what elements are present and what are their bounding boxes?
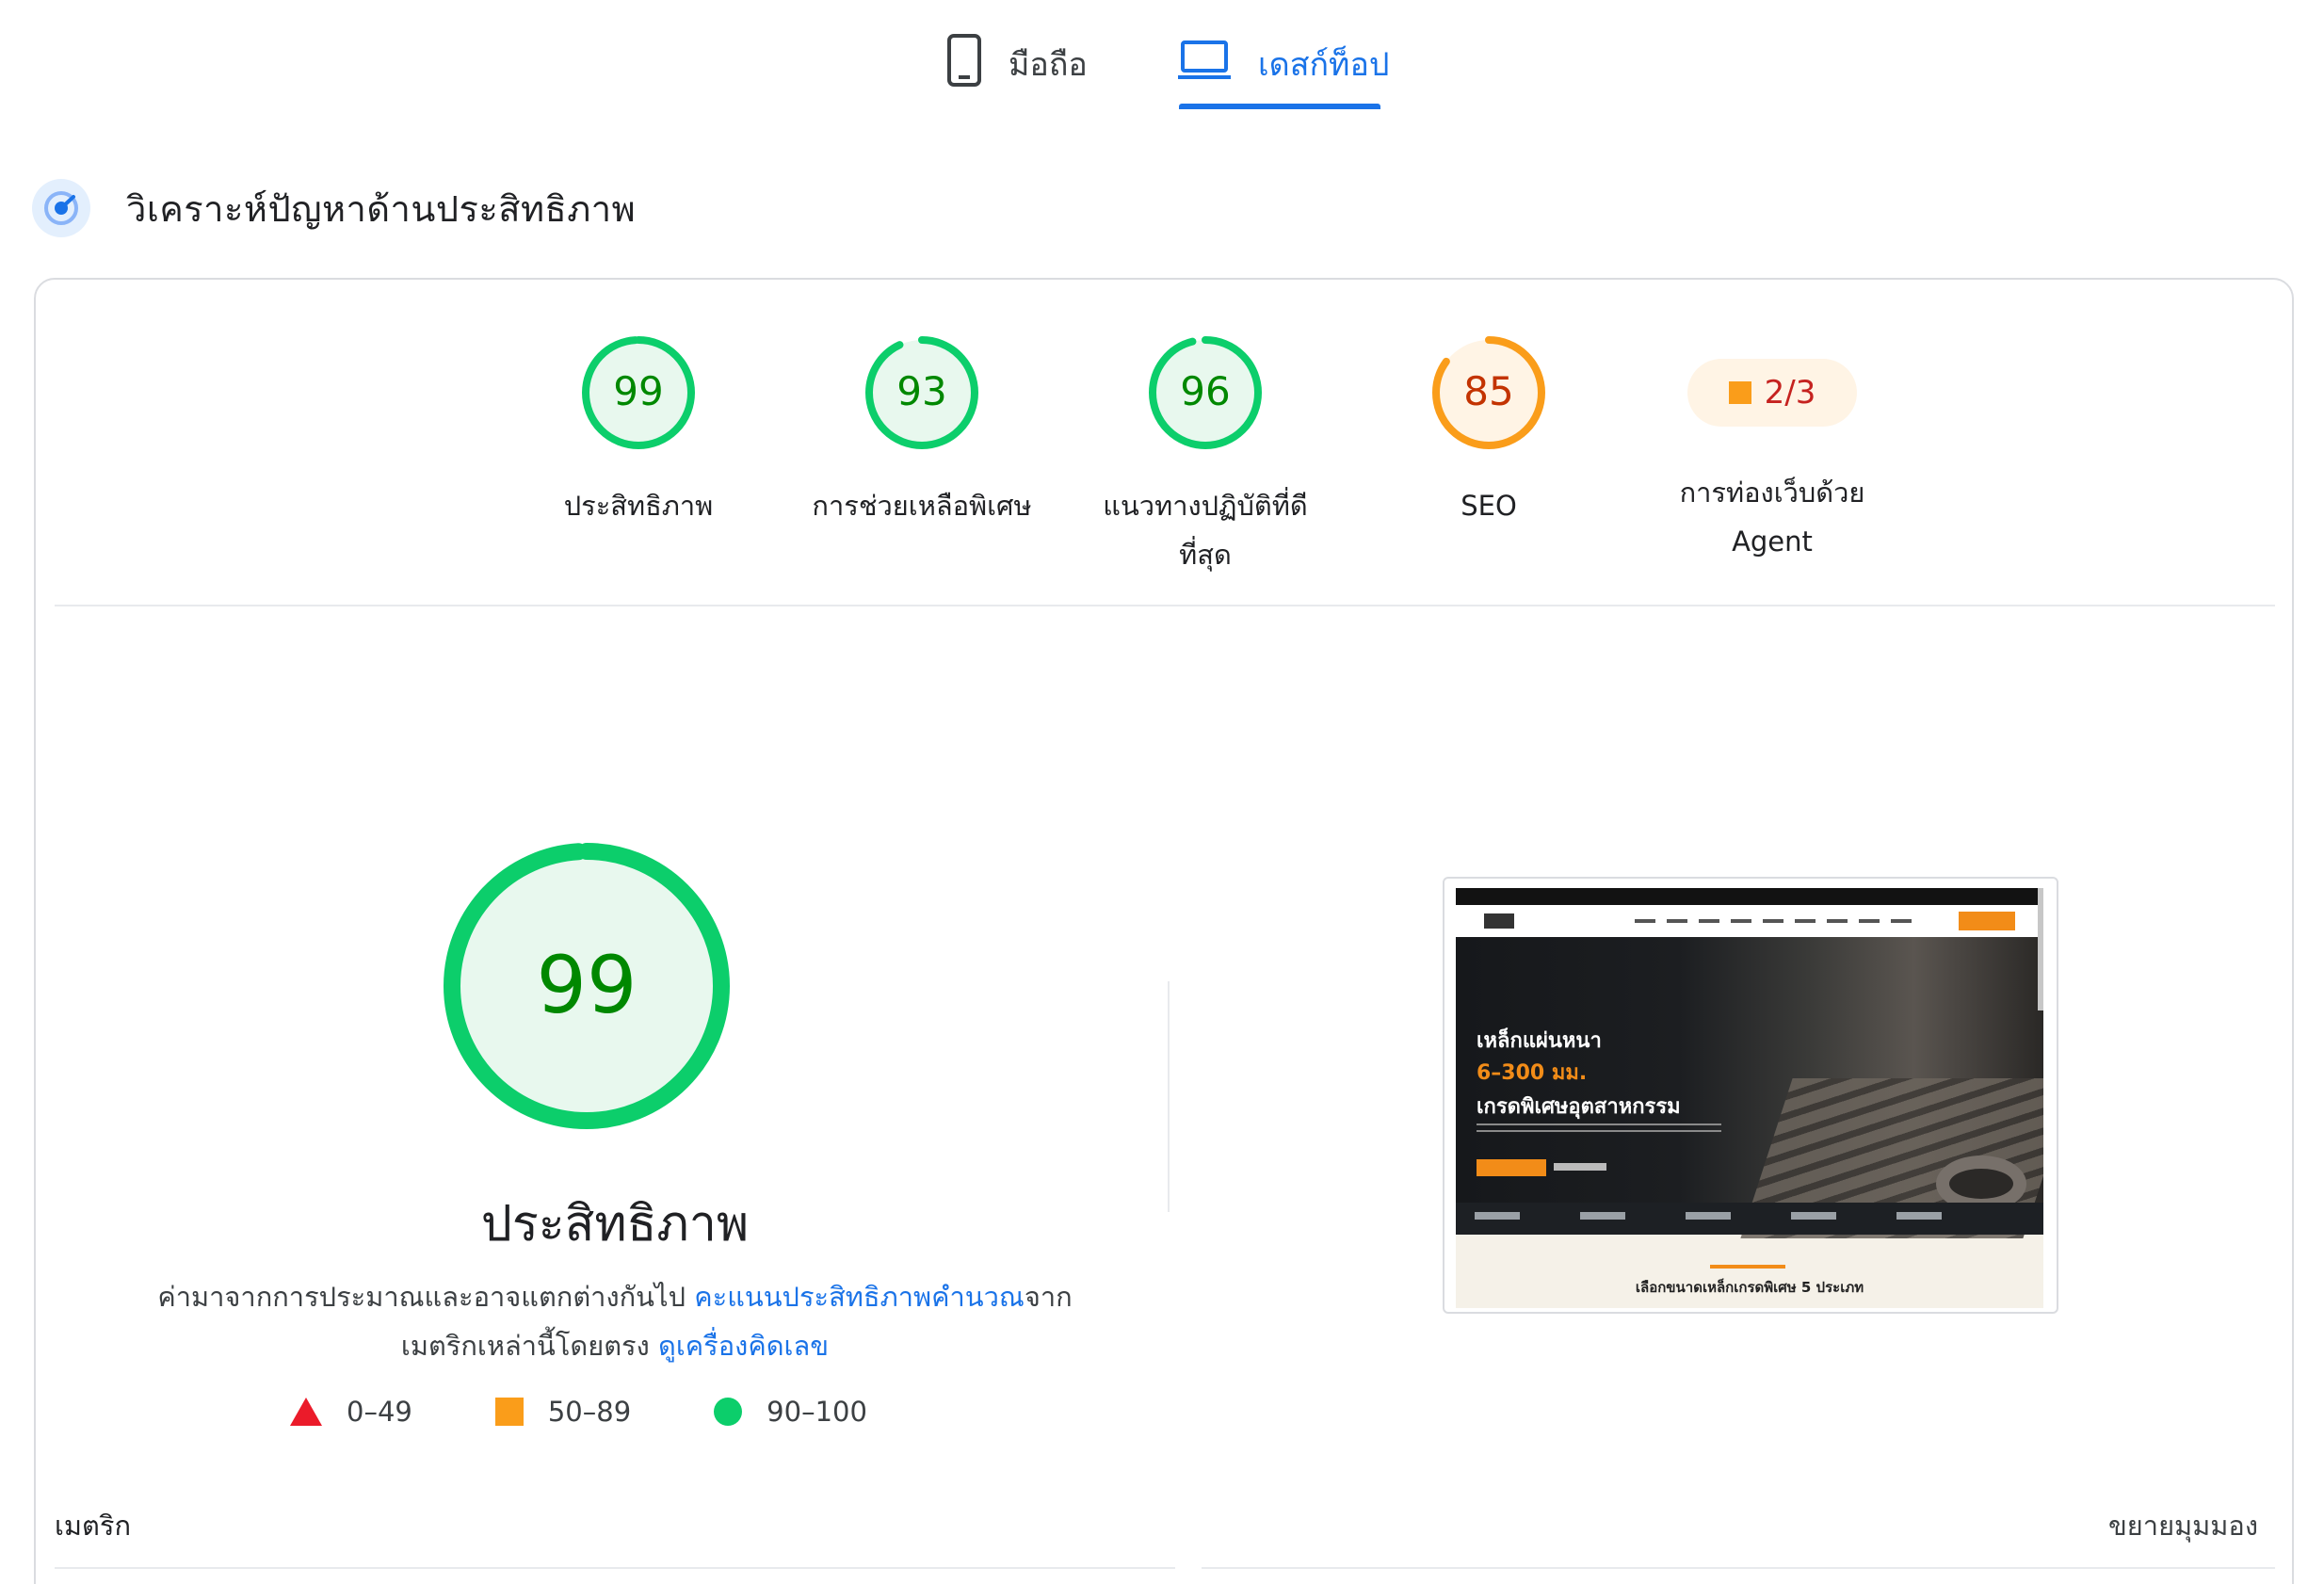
legend-average: 50–89 — [494, 1396, 632, 1428]
thumb-logo — [1484, 913, 1514, 929]
legend-average-range: 50–89 — [547, 1396, 632, 1428]
gauge-accessibility-ring: 93 — [865, 336, 978, 449]
gauge-accessibility-score: 93 — [896, 368, 946, 414]
section-header: วิเคราะห์ปัญหาด้านประสิทธิภาพ — [32, 179, 636, 237]
main-performance-score: 99 — [537, 939, 637, 1031]
legend-fail-range: 0–49 — [347, 1396, 412, 1428]
gauge-best-practices-score: 96 — [1180, 368, 1230, 414]
gauge-best-practices[interactable]: 96 แนวทางปฏิบัติที่ดี ที่สุด — [1088, 334, 1323, 579]
speed-gauge-icon — [32, 179, 90, 237]
average-square-icon — [1728, 381, 1751, 404]
gauge-seo-ring: 85 — [1432, 336, 1545, 449]
screenshot-image: เหล็กแผ่นหนา 6–300 มม. เกรดพิเศษอุตสาหกร… — [1456, 888, 2043, 1308]
desc-text-3: เมตริกเหล่านี้โดยตรง — [400, 1330, 659, 1362]
score-legend: 0–49 50–89 90–100 — [290, 1396, 950, 1428]
score-calc-link[interactable]: คะแนนประสิทธิภาพคำนวณ — [694, 1281, 1025, 1313]
pass-circle-icon — [714, 1398, 743, 1426]
metrics-divider-right — [1202, 1567, 2275, 1569]
gauge-seo-label: SEO — [1461, 490, 1517, 522]
gauges-divider — [55, 605, 2275, 606]
gauge-accessibility-label: การช่วยเหลือพิเศษ — [812, 490, 1032, 522]
thumb-topbar — [1456, 888, 2043, 905]
thumb-scrollbar — [2038, 888, 2043, 1010]
thumb-hero-subtext — [1477, 1123, 1721, 1137]
thumb-hero-line-1: เหล็กแผ่นหนา — [1477, 1029, 1602, 1053]
gauge-performance-label: ประสิทธิภาพ — [563, 490, 714, 522]
gauge-best-practices-ring: 96 — [1149, 336, 1262, 449]
thumb-nav-links — [1635, 919, 1917, 923]
thumb-hero-button — [1477, 1159, 1546, 1176]
vertical-divider — [1168, 981, 1170, 1212]
desc-text-1: ค่ามาจากการประมาณและอาจแตกต่างกันไป — [157, 1281, 695, 1313]
thumb-navbar — [1456, 905, 2043, 937]
average-square-icon — [494, 1398, 524, 1426]
tab-mobile[interactable]: มือถือ — [946, 17, 1088, 111]
gauge-best-practices-label-line-1: แนวทางปฏิบัติที่ดี — [1103, 490, 1308, 522]
desc-text-2: จาก — [1024, 1281, 1073, 1313]
performance-description: ค่ามาจากการประมาณและอาจแตกต่างกันไป คะแน… — [139, 1272, 1090, 1370]
gauge-best-practices-label: แนวทางปฏิบัติที่ดี ที่สุด — [1103, 481, 1307, 579]
thumb-hero-line-3: เกรดพิเศษอุตสาหกรรม — [1477, 1095, 1681, 1119]
gauge-agent-browsing[interactable]: 2/3 การท่องเว็บด้วย Agent — [1654, 334, 1890, 566]
thumb-hero-link — [1554, 1163, 1606, 1171]
calculator-link[interactable]: ดูเครื่องคิดเลข — [658, 1330, 829, 1362]
expand-view-toggle[interactable]: ขยายมุมมอง — [2108, 1504, 2258, 1547]
gauge-performance-score: 99 — [613, 368, 663, 414]
agent-score-pill: 2/3 — [1687, 359, 1857, 427]
thumb-bottom-accent — [1710, 1265, 1785, 1269]
mobile-phone-icon — [946, 33, 982, 96]
gauge-performance[interactable]: 99 ประสิทธิภาพ — [521, 334, 756, 530]
metrics-heading: เมตริก — [55, 1510, 131, 1542]
tab-mobile-label: มือถือ — [1009, 46, 1088, 84]
legend-pass-range: 90–100 — [767, 1396, 867, 1428]
agent-score: 2/3 — [1764, 374, 1816, 412]
main-performance-gauge: 99 — [441, 840, 733, 1136]
gauge-agent-label: การท่องเว็บด้วย Agent — [1680, 468, 1865, 566]
thumb-bottom-heading: เลือกขนาดเหล็กเกรดพิเศษ 5 ประเภท — [1635, 1279, 1864, 1296]
fail-triangle-icon — [290, 1398, 322, 1426]
gauge-agent-label-line-1: การท่องเว็บด้วย — [1679, 477, 1865, 509]
thumb-hero: เหล็กแผ่นหนา 6–300 มม. เกรดพิเศษอุตสาหกร… — [1456, 937, 2043, 1238]
thumb-nav-button — [1959, 912, 2015, 930]
category-gauges: 99 ประสิทธิภาพ 93 การช่วยเหลือพิเศษ 96 แ… — [36, 280, 2292, 605]
gauge-performance-ring: 99 — [582, 336, 695, 449]
gauge-agent-label-line-2: Agent — [1732, 525, 1813, 558]
final-screenshot[interactable]: เหล็กแผ่นหนา 6–300 มม. เกรดพิเศษอุตสาหกร… — [1443, 877, 2058, 1314]
legend-pass: 90–100 — [714, 1396, 867, 1428]
laptop-icon — [1177, 40, 1232, 89]
metrics-divider-left — [55, 1567, 1175, 1569]
gauge-seo[interactable]: 85 SEO — [1371, 334, 1606, 530]
tab-desktop[interactable]: เดสก์ท็อป — [1177, 17, 1389, 111]
gauge-accessibility[interactable]: 93 การช่วยเหลือพิเศษ — [804, 334, 1040, 530]
report-card: 99 ประสิทธิภาพ 93 การช่วยเหลือพิเศษ 96 แ… — [34, 278, 2294, 1584]
active-tab-indicator — [1179, 104, 1380, 109]
thumb-hero-line-2: 6–300 มม. — [1477, 1061, 1588, 1085]
section-title: วิเคราะห์ปัญหาด้านประสิทธิภาพ — [126, 187, 637, 230]
gauge-best-practices-label-line-2: ที่สุด — [1179, 539, 1232, 571]
legend-fail: 0–49 — [290, 1396, 412, 1428]
device-tabs: มือถือ เดสก์ท็อป — [0, 0, 2324, 122]
gauge-seo-score: 85 — [1463, 368, 1513, 414]
main-performance-title: ประสิทธิภาพ — [480, 1196, 750, 1253]
thumb-feature-bar — [1456, 1203, 2043, 1235]
thumb-feature-items — [1475, 1212, 2002, 1220]
tab-desktop-label: เดสก์ท็อป — [1258, 46, 1390, 84]
page-root: มือถือ เดสก์ท็อป วิเคราะห์ปัญหาด้านประสิ… — [0, 0, 2324, 1584]
